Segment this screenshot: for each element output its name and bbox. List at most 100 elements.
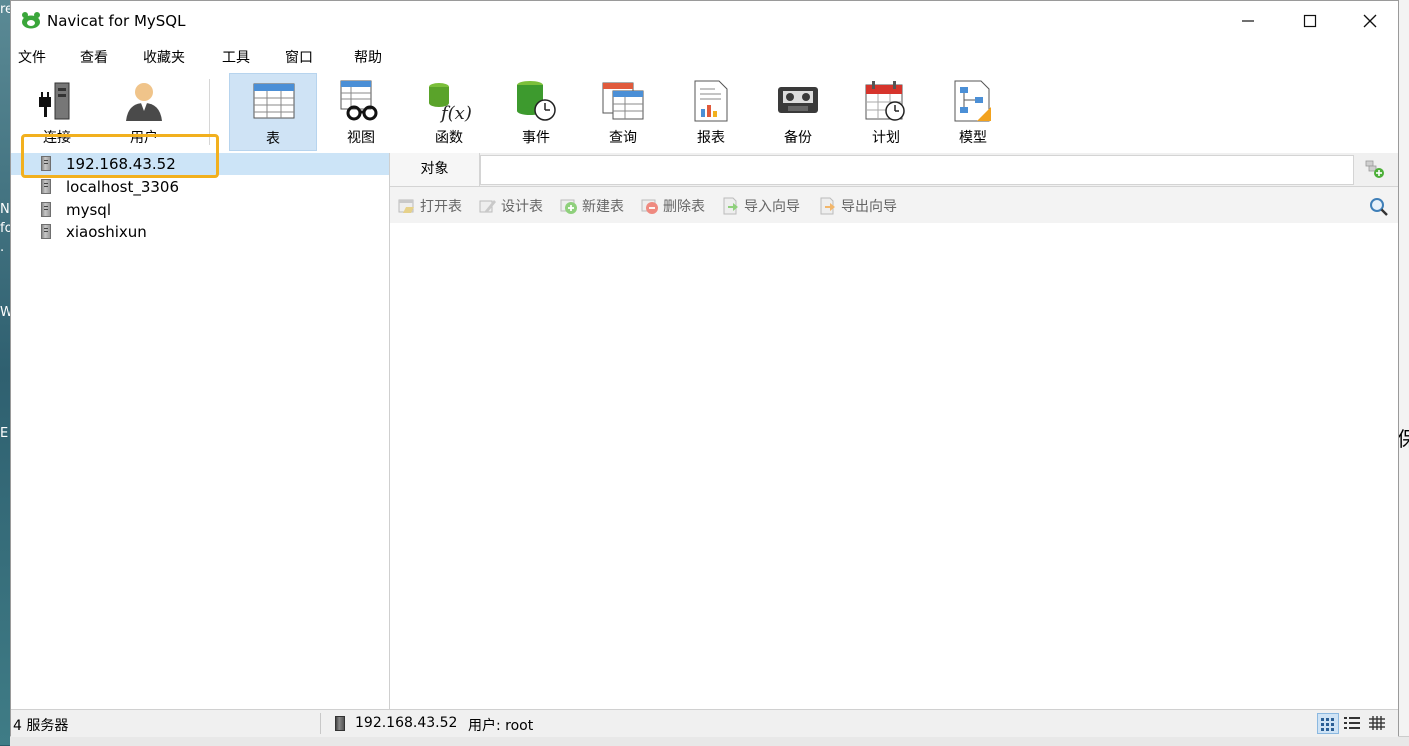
- tab-bar: 对象: [390, 153, 1398, 187]
- desktop-text: .: [0, 240, 5, 255]
- export-wizard-button[interactable]: 导出向导: [819, 196, 897, 216]
- delete-table-button[interactable]: 删除表: [641, 196, 705, 216]
- open-table-button[interactable]: 打开表: [398, 196, 462, 216]
- open-table-label: 打开表: [420, 199, 462, 215]
- tab-strip-area: [480, 155, 1354, 185]
- main-toolbar: 连接 用户 表 视图 f(x) 函数 事件 查询 报表 备份 计划 模型: [11, 73, 1398, 154]
- model-button[interactable]: 模型: [929, 73, 1017, 151]
- delete-table-icon: [641, 199, 658, 214]
- connection-item[interactable]: localhost_3306: [11, 176, 389, 198]
- server-icon: [41, 224, 51, 239]
- large-icons-view-button[interactable]: [1317, 713, 1339, 734]
- objects-pane: 对象 打开表 设计表 新建表 删除表 导入向导 导出向导: [390, 153, 1398, 709]
- backup-button[interactable]: 备份: [754, 73, 842, 151]
- event-label: 事件: [522, 130, 550, 146]
- view-label: 视图: [347, 130, 375, 146]
- report-icon: [694, 80, 728, 122]
- highlight-annotation: [21, 134, 219, 178]
- import-wizard-label: 导入向导: [744, 199, 800, 215]
- menu-file[interactable]: 文件: [18, 47, 46, 67]
- backup-icon: [778, 87, 818, 113]
- menu-help[interactable]: 帮助: [354, 47, 382, 67]
- svg-text:f(x): f(x): [439, 103, 471, 123]
- close-button[interactable]: [1342, 1, 1398, 41]
- export-icon: [820, 197, 835, 215]
- delete-table-label: 删除表: [663, 199, 705, 215]
- server-icon: [41, 202, 51, 217]
- import-icon: [723, 197, 738, 215]
- navicat-logo-icon: [22, 12, 40, 29]
- model-icon: [954, 80, 991, 122]
- function-icon: f(x): [429, 83, 471, 123]
- desktop-text: N: [0, 202, 10, 217]
- connection-label: mysql: [66, 201, 111, 219]
- menu-bar: 文件 查看 收藏夹 工具 窗口 帮助: [11, 43, 1398, 69]
- close-icon: [1363, 14, 1377, 28]
- new-tab-icon[interactable]: [1365, 159, 1385, 179]
- minimize-button[interactable]: [1220, 1, 1276, 41]
- list-view-button[interactable]: [1342, 713, 1364, 734]
- event-icon: [517, 81, 556, 121]
- view-icon: [340, 80, 378, 121]
- plug-icon: [39, 82, 70, 120]
- schedule-button[interactable]: 计划: [842, 73, 930, 151]
- new-table-label: 新建表: [582, 199, 624, 215]
- schedule-label: 计划: [872, 130, 900, 146]
- event-button[interactable]: 事件: [492, 73, 580, 151]
- menu-window[interactable]: 窗口: [285, 47, 313, 67]
- new-table-button[interactable]: 新建表: [560, 196, 624, 216]
- model-label: 模型: [959, 130, 987, 146]
- export-wizard-label: 导出向导: [841, 199, 897, 215]
- design-table-button[interactable]: 设计表: [479, 196, 543, 216]
- function-button[interactable]: f(x) 函数: [405, 73, 493, 151]
- search-icon[interactable]: [1369, 197, 1389, 217]
- menu-favorites[interactable]: 收藏夹: [143, 47, 185, 67]
- title-bar[interactable]: Navicat for MySQL: [11, 1, 1398, 41]
- desktop-background-left: [0, 0, 10, 745]
- maximize-button[interactable]: [1282, 1, 1338, 41]
- desktop-background-right: [1399, 0, 1409, 745]
- import-wizard-button[interactable]: 导入向导: [722, 196, 800, 216]
- report-label: 报表: [697, 130, 725, 146]
- navicat-window: Navicat for MySQL 文件 查看 收藏夹 工具 窗口 帮助 连接 …: [10, 0, 1399, 737]
- object-toolbar: 打开表 设计表 新建表 删除表 导入向导 导出向导: [390, 187, 1398, 223]
- report-button[interactable]: 报表: [667, 73, 755, 151]
- server-icon: [41, 179, 51, 194]
- new-table-icon: [560, 199, 577, 214]
- minimize-icon: [1242, 20, 1254, 22]
- status-user: 用户: root: [468, 718, 534, 734]
- open-table-icon: [398, 199, 414, 213]
- design-table-label: 设计表: [501, 199, 543, 215]
- view-button[interactable]: 视图: [317, 73, 405, 151]
- connection-item[interactable]: mysql: [11, 199, 389, 221]
- query-icon: [602, 82, 644, 120]
- table-button[interactable]: 表: [229, 73, 317, 151]
- menu-tools[interactable]: 工具: [222, 47, 250, 67]
- server-count: 4 服务器: [13, 718, 69, 734]
- design-table-icon: [479, 200, 496, 213]
- connection-item[interactable]: xiaoshixun: [11, 221, 389, 243]
- status-divider: [320, 713, 321, 734]
- connection-tree: 192.168.43.52 localhost_3306 mysql xiaos…: [11, 153, 390, 709]
- table-label: 表: [266, 131, 280, 147]
- status-connection: 192.168.43.52: [355, 715, 458, 731]
- server-icon: [335, 716, 345, 731]
- user-icon: [126, 83, 162, 121]
- desktop-text: E: [0, 426, 9, 441]
- connection-label: localhost_3306: [66, 178, 180, 196]
- icons-view-icon: [1321, 718, 1334, 731]
- menu-view[interactable]: 查看: [80, 47, 108, 67]
- query-label: 查询: [609, 130, 637, 146]
- detail-view-icon: [1369, 716, 1385, 730]
- detail-view-button[interactable]: [1367, 713, 1389, 734]
- window-title: Navicat for MySQL: [47, 12, 186, 30]
- list-view-icon: [1344, 717, 1360, 729]
- calendar-clock-icon: [865, 81, 905, 121]
- tab-objects[interactable]: 对象: [390, 153, 480, 186]
- function-label: 函数: [435, 130, 463, 146]
- table-icon: [253, 83, 295, 119]
- backup-label: 备份: [784, 130, 812, 146]
- status-bar: 4 服务器 192.168.43.52 用户: root: [11, 709, 1398, 737]
- maximize-icon: [1303, 14, 1317, 28]
- query-button[interactable]: 查询: [579, 73, 667, 151]
